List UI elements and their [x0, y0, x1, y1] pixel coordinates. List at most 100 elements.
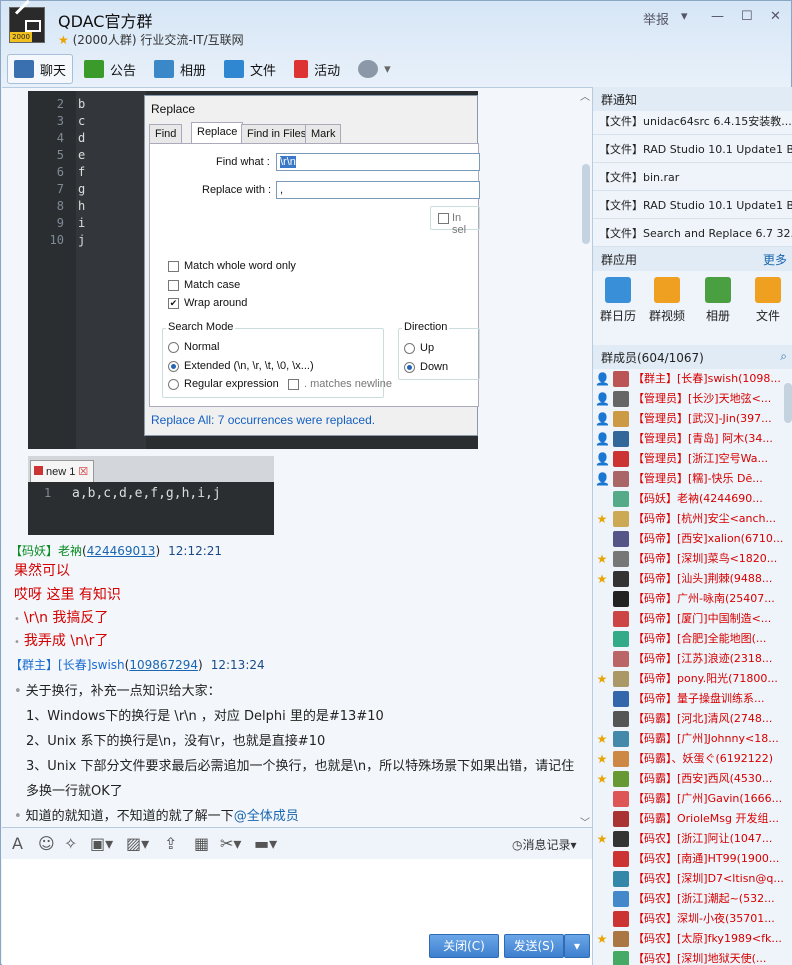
scroll-up-icon[interactable]: ︿ [580, 88, 590, 103]
member-item[interactable]: ★ 【码霸】[西安]西风(4530... [593, 769, 783, 789]
member-item[interactable]: 【码帝】广州-咏南(25407... [593, 589, 783, 609]
gear-icon [358, 60, 379, 78]
file-icon [34, 466, 43, 475]
app-album[interactable]: 相册 [698, 277, 738, 324]
notice-item[interactable]: 【文件】Search and Replace 6.7 32... [593, 219, 792, 247]
send-button[interactable]: 发送(S) [504, 934, 564, 958]
member-item[interactable]: 👤 【管理员】[青岛] 阿木(34... [593, 429, 783, 449]
star-icon: ★ [596, 512, 608, 526]
member-item[interactable]: 👤 【管理员】[武汉]-Jin(397... [593, 409, 783, 429]
avatar [613, 371, 629, 387]
dropdown-icon[interactable]: ▾ [681, 9, 688, 24]
font-icon[interactable]: A [12, 834, 23, 853]
tab-chat[interactable]: 聊天 [7, 54, 74, 84]
app-calendar[interactable]: 群日历 [598, 277, 638, 324]
member-item[interactable]: ★ 【码农】[浙江]阿让(1047... [593, 829, 783, 849]
history-button[interactable]: ◷消息记录▾ [512, 836, 577, 853]
members-header: 群成员(604/1067) ⌕ [593, 345, 792, 369]
user-icon: 👤 [595, 392, 610, 406]
member-item[interactable]: 👤 【管理员】[糯]-快乐 Dē... [593, 469, 783, 489]
maximize-icon[interactable]: ☐ [741, 9, 753, 24]
gift-icon[interactable]: ▦ [194, 834, 209, 853]
member-item[interactable]: ★ 【码农】[太原]fky1989<fk... [593, 929, 783, 949]
emoji-icon[interactable]: ☺ [38, 834, 55, 853]
tab-files[interactable]: 文件 [217, 54, 283, 84]
member-item[interactable]: 【码帝】[合肥]全能地图(... [593, 629, 783, 649]
member-item[interactable]: 【码霸】[广州]Gavin(1666... [593, 789, 783, 809]
member-name: 广州-咏南(25407... [677, 592, 775, 605]
member-name: [广州]Gavin(1666... [677, 792, 783, 805]
member-item[interactable]: 【码农】[浙江]潮起~(532... [593, 889, 783, 909]
in-selection-label: In sel [452, 212, 467, 236]
user-icon: 👤 [595, 452, 610, 466]
member-item[interactable]: 【码农】[深圳]地狱天使(... [593, 949, 783, 965]
folder-icon [224, 60, 245, 78]
app-video[interactable]: 群视频 [647, 277, 687, 324]
tab-notice[interactable]: 公告 [77, 54, 143, 84]
settings-gear[interactable]: ▾ [351, 54, 398, 84]
member-item[interactable]: 【码霸】[河北]清风(2748... [593, 709, 783, 729]
notice-item[interactable]: 【文件】RAD Studio 10.1 Update1 B... [593, 135, 792, 163]
member-item[interactable]: 【码农】[深圳]D7<ltisn@q... [593, 869, 783, 889]
replace-dialog-screenshot[interactable]: 2 3 4 5 6 7 8 9 10 b c d e f g h i j Rep… [28, 91, 480, 449]
report-button[interactable]: 举报 [643, 9, 669, 28]
scroll-down-icon[interactable]: ﹀ [580, 814, 590, 827]
line-number: 9 [56, 216, 64, 230]
member-scrollbar[interactable] [784, 383, 792, 423]
message-text: 哎呀 这里 有知识 [14, 587, 121, 603]
member-item[interactable]: 【码帝】[江苏]浪迹(2318... [593, 649, 783, 669]
member-item[interactable]: 【码霸】OrioleMsg 开发组... [593, 809, 783, 829]
member-item[interactable]: ★ 【码帝】pony.阳光(71800... [593, 669, 783, 689]
notice-item[interactable]: 【文件】bin.rar [593, 163, 792, 191]
notice-item[interactable]: 【文件】unidac64src 6.4.15安装教... [593, 107, 792, 135]
minimize-icon[interactable]: — [711, 9, 724, 24]
message-input[interactable]: 关闭(C) 发送(S) ▾ [2, 859, 592, 965]
apps-more-link[interactable]: 更多 [763, 251, 787, 268]
result-screenshot[interactable]: new 1 ☒ 1 a,b,c,d,e,f,g,h,i,j [28, 456, 274, 535]
group-title[interactable]: QDAC官方群 [58, 8, 152, 32]
member-item[interactable]: 【码帝】[厦门]中国制造<... [593, 609, 783, 629]
user-icon [595, 872, 609, 886]
member-item[interactable]: 【码农】深圳-小夜(35701... [593, 909, 783, 929]
close-icon[interactable]: ✕ [770, 9, 781, 24]
mention-all[interactable]: @全体成员 [234, 809, 299, 824]
scissors-icon[interactable]: ✂▾ [220, 834, 241, 853]
avatar [613, 511, 629, 527]
member-item[interactable]: ★ 【码帝】[深圳]菜鸟<1820... [593, 549, 783, 569]
member-item[interactable]: 【码妖】老衲(4244690... [593, 489, 783, 509]
member-item[interactable]: 👤 【管理员】[浙江]空号Wa... [593, 449, 783, 469]
member-item[interactable]: 【码农】[南通]HT99(1900... [593, 849, 783, 869]
send-options-icon[interactable]: ▾ [564, 934, 590, 958]
member-item[interactable]: 👤 【管理员】[长沙]天地弦<... [593, 389, 783, 409]
member-item[interactable]: ★ 【码帝】[杭州]安尘<anch... [593, 509, 783, 529]
tab-album[interactable]: 相册 [147, 54, 213, 84]
member-item[interactable]: ★ 【码霸】[广州]Johnny<18... [593, 729, 783, 749]
match-case-checkbox [168, 280, 179, 291]
member-role: 【码妖】 [633, 492, 677, 505]
gift-card-icon[interactable]: ▣▾ [90, 834, 113, 853]
search-icon[interactable]: ⌕ [780, 349, 787, 364]
bubble-icon[interactable]: ▬▾ [254, 834, 277, 853]
line-number: 8 [56, 199, 64, 213]
magic-icon[interactable]: ✧ [64, 834, 77, 853]
member-item[interactable]: 【码帝】[西安]xalion(6710... [593, 529, 783, 549]
direction-label: Direction [402, 321, 450, 333]
member-item[interactable]: ★ 【码霸】、妖蛋ぐ(6192122) [593, 749, 783, 769]
group-avatar[interactable]: 2000 [9, 0, 45, 43]
direction-down-radio [404, 362, 415, 373]
close-button[interactable]: 关闭(C) [429, 934, 499, 958]
member-item[interactable]: 👤 【群主】[长春]swish(1098... [593, 369, 783, 389]
member-item[interactable]: ★ 【码帝】[汕头]荆棘(9488... [593, 569, 783, 589]
chat-scrollbar[interactable] [582, 164, 590, 244]
avatar [613, 931, 629, 947]
notice-item[interactable]: 【文件】RAD Studio 10.1 Update1 B... [593, 191, 792, 219]
image-icon[interactable]: ▨▾ [126, 834, 149, 853]
app-files[interactable]: 文件 [748, 277, 788, 324]
group-chat-window: 2000 QDAC官方群 ★ (2000人群) 行业交流-IT/互联网 举报 ▾… [0, 0, 792, 965]
tab-activity[interactable]: 活动 [287, 54, 347, 84]
member-item[interactable]: 【码帝】量子操盘训练系... [593, 689, 783, 709]
replace-field: , [276, 181, 480, 199]
upload-icon[interactable]: ⇪ [164, 834, 177, 853]
user-icon [595, 812, 609, 826]
chat-history[interactable]: 2 3 4 5 6 7 8 9 10 b c d e f g h i j Rep… [2, 87, 592, 827]
